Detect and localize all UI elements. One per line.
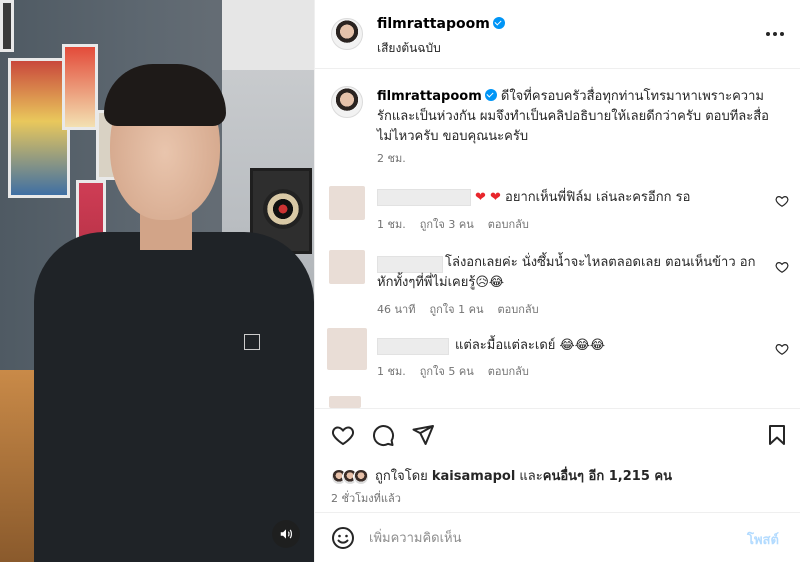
author-username[interactable]: filmrattapoom: [377, 16, 505, 32]
liker-avatar: [353, 468, 369, 485]
reply-button[interactable]: ตอบกลับ: [497, 303, 538, 316]
save-bookmark-icon[interactable]: [765, 423, 789, 447]
author-avatar[interactable]: [331, 18, 363, 50]
post-media-video[interactable]: [0, 0, 314, 562]
more-options-button[interactable]: [763, 22, 787, 46]
post-comment-button[interactable]: โพสต์: [747, 529, 779, 550]
commenter-avatar[interactable]: [329, 250, 365, 284]
post-timestamp: 2 ชั่วโมงที่แล้ว: [331, 492, 401, 505]
post-panel: filmrattapoom เสียงต้นฉบับ filmrattapoom…: [314, 0, 800, 562]
commenter-avatar[interactable]: [327, 328, 367, 370]
share-send-icon[interactable]: [411, 423, 435, 447]
room-ceiling: [222, 0, 314, 70]
like-comment-heart-icon[interactable]: [775, 194, 789, 208]
add-comment-bar: โพสต์: [315, 512, 800, 562]
comment-meta: 1 ชม. ถูกใจ 5 คน ตอบกลับ: [377, 362, 543, 380]
comment-text: แต่ละมื้อแต่ละเดย์ 😂😂😂: [455, 338, 606, 353]
comments-list[interactable]: filmrattapoom ดีใจที่ครอบครัวสื่อทุกท่าน…: [315, 70, 800, 408]
emoji-picker-icon[interactable]: [331, 526, 355, 550]
reply-button[interactable]: ตอบกลับ: [488, 218, 529, 231]
audio-toggle-button[interactable]: [272, 520, 300, 548]
comment-time: 1 ชม.: [377, 218, 406, 231]
reply-button[interactable]: ตอบกลับ: [488, 365, 529, 378]
comment-text: โล่งอกเลยค่ะ นั่งซึ้มน้ำจะไหลตลอดเลย ตอน…: [377, 255, 756, 290]
verified-badge-icon: [492, 17, 505, 29]
post-header: filmrattapoom เสียงต้นฉบับ: [315, 0, 800, 69]
comment-body: อยากเห็นพี่ฟิล์ม เล่นละครอีกก รอ: [500, 190, 691, 205]
comment-likes[interactable]: ถูกใจ 3 คน: [420, 218, 474, 231]
post-actions: ถูกใจโดย kaisamapol และคนอื่นๆ อีก 1,215…: [315, 408, 800, 512]
heart-emoji: ❤ ❤: [475, 190, 501, 205]
comment-meta: 1 ชม. ถูกใจ 3 คน ตอบกลับ: [377, 215, 543, 233]
post-caption: filmrattapoom ดีใจที่ครอบครัวสื่อทุกท่าน…: [377, 87, 777, 147]
likes-others-count[interactable]: คนอื่นๆ อีก 1,215 คน: [543, 469, 672, 484]
commenter-avatar[interactable]: [329, 396, 361, 408]
caption-username[interactable]: filmrattapoom: [377, 89, 482, 104]
comment-input[interactable]: [369, 527, 729, 549]
likes-summary[interactable]: ถูกใจโดย kaisamapol และคนอื่นๆ อีก 1,215…: [331, 465, 672, 486]
comment-time: 1 ชม.: [377, 365, 406, 378]
caption-timestamp: 2 ชม.: [377, 152, 406, 165]
person-shirt: [34, 232, 314, 562]
commenter-username-redacted[interactable]: [377, 189, 471, 206]
verified-badge-icon: [484, 89, 497, 101]
shirt-logo: [244, 334, 260, 350]
like-comment-heart-icon[interactable]: [775, 260, 789, 274]
commenter-avatar[interactable]: [329, 186, 365, 220]
comment-time: 46 นาที: [377, 303, 416, 316]
more-horizontal-icon: [766, 32, 784, 36]
wall-poster: [62, 44, 98, 130]
wall-poster: [0, 0, 14, 52]
comment-meta: 46 นาที ถูกใจ 1 คน ตอบกลับ: [377, 300, 553, 318]
comment-bubble-icon[interactable]: [371, 423, 395, 447]
liker-username[interactable]: kaisamapol: [432, 469, 515, 484]
caption-avatar[interactable]: [331, 86, 363, 118]
comment-text: ❤ ❤ อยากเห็นพี่ฟิล์ม เล่นละครอีกก รอ: [475, 188, 690, 208]
like-comment-heart-icon[interactable]: [775, 342, 789, 356]
commenter-username-redacted[interactable]: [377, 338, 449, 355]
comment-likes[interactable]: ถูกใจ 1 คน: [429, 303, 483, 316]
like-heart-icon[interactable]: [331, 423, 355, 447]
original-audio-link[interactable]: เสียงต้นฉบับ: [377, 39, 441, 58]
likes-prefix: ถูกใจโดย: [375, 469, 432, 484]
comment-likes[interactable]: ถูกใจ 5 คน: [420, 365, 474, 378]
wall-poster: [8, 58, 70, 198]
person-hair: [104, 64, 226, 126]
author-username-text[interactable]: filmrattapoom: [377, 16, 490, 32]
likes-middle: และ: [515, 469, 543, 484]
speaker-icon: [280, 529, 292, 539]
